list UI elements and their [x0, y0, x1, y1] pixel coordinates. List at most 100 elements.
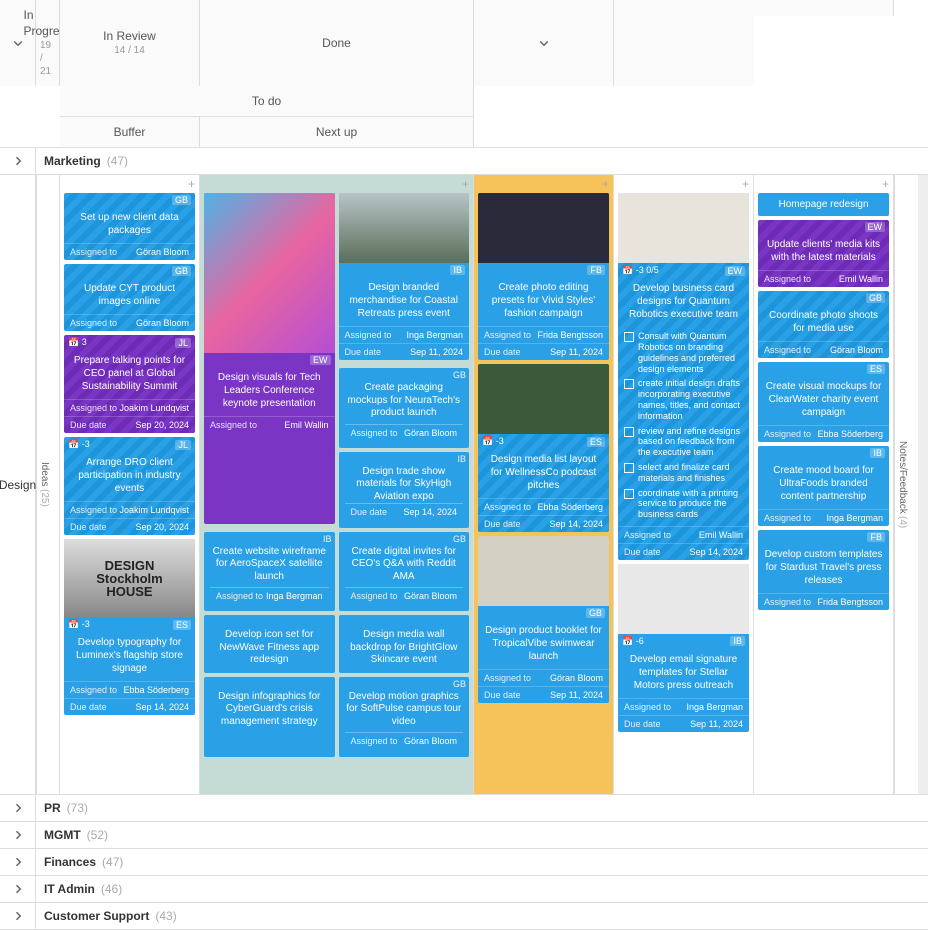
card-assignee-badge: FB	[867, 532, 885, 542]
card[interactable]: EWDesign visuals for Tech Leaders Confer…	[204, 193, 335, 524]
card-date-indicator: 📅 -3	[68, 619, 90, 630]
card-title: Coordinate photo shoots for media use	[758, 305, 889, 341]
swimlane-it: IT Admin (46)	[0, 876, 928, 903]
col-inreview[interactable]: In Review 14 / 14	[60, 0, 200, 86]
checklist-item[interactable]: Consult with Quantum Robotics on brandin…	[624, 329, 743, 376]
card-top-bar: GB	[64, 264, 195, 278]
swimlane-pr: PR (73)	[0, 795, 928, 822]
swimlane-title-finances[interactable]: Finances (47)	[36, 849, 928, 875]
checkbox-icon[interactable]	[624, 427, 634, 437]
chevron-down-icon	[538, 37, 550, 49]
col-nextup-title[interactable]: Next up	[200, 117, 474, 147]
card[interactable]: GBCoordinate photo shoots for media useA…	[758, 291, 889, 358]
card-cover-image	[478, 193, 609, 263]
col-buffer-title[interactable]: Buffer	[60, 117, 200, 147]
card-top-bar: IB	[758, 446, 889, 460]
card-assignee: Göran Bloom	[136, 318, 189, 328]
card[interactable]: IBDesign branded merchandise for Coastal…	[339, 193, 470, 360]
checkbox-icon[interactable]	[624, 463, 634, 473]
card[interactable]: Develop icon set for NewWave Fitness app…	[204, 615, 335, 673]
card[interactable]: GBCreate packaging mockups for NeuraTech…	[339, 368, 470, 448]
card-due-row: Due dateSep 14, 2024	[478, 515, 609, 532]
card-top-bar: ES	[758, 362, 889, 376]
card-due: Sep 14, 2024	[549, 519, 603, 529]
card-assignee-badge: GB	[453, 679, 466, 690]
card[interactable]: 📅 -6IBDevelop email signature templates …	[618, 564, 749, 732]
swimlane-title-pr[interactable]: PR (73)	[36, 795, 928, 821]
card[interactable]: GBCreate digital invites for CEO's Q&A w…	[339, 532, 470, 612]
card[interactable]: GBSet up new client data packagesAssigne…	[64, 193, 195, 260]
card-due-row: Due dateSep 11, 2024	[478, 343, 609, 360]
card[interactable]: DESIGNStockholmHOUSE📅 -3ESDevelop typogr…	[64, 539, 195, 715]
swimlane-title-mgmt[interactable]: MGMT (52)	[36, 822, 928, 848]
checkbox-icon[interactable]	[624, 489, 634, 499]
card-assignee: Emil Wallin	[839, 274, 883, 284]
card-title: Homepage redesign	[778, 199, 868, 210]
add-card-buffer[interactable]: +	[188, 177, 195, 191]
card[interactable]: GBDesign product booklet for TropicalVib…	[478, 536, 609, 703]
swimlane-title-cs[interactable]: Customer Support (43)	[36, 903, 928, 929]
checklist-item[interactable]: review and refine designs based on feedb…	[624, 424, 743, 460]
card-top-bar: IB	[339, 263, 470, 277]
card-top-bar: GB	[758, 291, 889, 305]
swimlane-label-design[interactable]: Design	[0, 175, 36, 794]
card-assignee: Inga Bergman	[406, 330, 463, 340]
card-top-bar: 📅 -3ES	[478, 434, 609, 449]
side-notes[interactable]: Notes/Feedback (4)	[894, 175, 918, 794]
swimlane-toggle-mgmt[interactable]	[0, 822, 36, 848]
checklist-item[interactable]: create initial design drafts incorporati…	[624, 376, 743, 423]
scrollbar-track[interactable]	[918, 175, 928, 794]
card-cover-image	[478, 364, 609, 434]
card[interactable]: 📅 -3ESDesign media list layout for Welln…	[478, 364, 609, 532]
col-done[interactable]: Done	[200, 0, 474, 86]
checkbox-icon[interactable]	[624, 332, 634, 342]
checklist-text: create initial design drafts incorporati…	[638, 378, 743, 421]
checkbox-icon[interactable]	[624, 379, 634, 389]
side-ideas[interactable]: Ideas (25)	[36, 175, 60, 794]
card-assignee-row: Assigned toFrida Bengtsson	[478, 326, 609, 343]
column-inprogress: + FBCreate photo editing presets for Viv…	[474, 175, 614, 794]
card-title: Update CYT product images online	[64, 278, 195, 314]
card[interactable]: Design media wall backdrop for BrightGlo…	[339, 615, 470, 673]
card[interactable]: 📅 -3JLArrange DRO client participation i…	[64, 437, 195, 535]
card[interactable]: IBDesign trade show materials for SkyHig…	[339, 452, 470, 528]
swimlane-toggle-cs[interactable]	[0, 903, 36, 929]
swimlane-toggle-pr[interactable]	[0, 795, 36, 821]
add-card-inreview[interactable]: +	[742, 177, 749, 191]
card-assignee-row: Assigned toGöran Bloom	[758, 341, 889, 358]
col-todo-title[interactable]: To do	[60, 86, 473, 117]
card[interactable]: GBDevelop motion graphics for SoftPulse …	[339, 677, 470, 757]
swimlane-toggle-finances[interactable]	[0, 849, 36, 875]
card[interactable]: IBCreate website wireframe for AeroSpace…	[204, 532, 335, 612]
card[interactable]: EWUpdate clients' media kits with the la…	[758, 220, 889, 287]
card[interactable]: ESCreate visual mockups for ClearWater c…	[758, 362, 889, 442]
header-collapse-right[interactable]	[474, 0, 614, 86]
card-title: Develop business card designs for Quantu…	[618, 278, 749, 327]
swimlane-title-marketing[interactable]: Marketing (47)	[36, 148, 928, 174]
col-inprogress[interactable]: In Progress 19 / 21	[36, 0, 60, 86]
card-assignee-row: Assigned toGöran Bloom	[64, 314, 195, 331]
add-card-done[interactable]: +	[882, 177, 889, 191]
card[interactable]: FBDevelop custom templates for Stardust …	[758, 530, 889, 610]
card[interactable]: Design infographics for CyberGuard's cri…	[204, 677, 335, 757]
card[interactable]: Homepage redesign	[758, 193, 889, 216]
card-assignee-badge: JL	[175, 338, 191, 348]
card[interactable]: IBCreate mood board for UltraFoods brand…	[758, 446, 889, 526]
swimlane-design: Design Ideas (25) + GBSet up new client …	[0, 175, 928, 795]
add-card-nextup[interactable]: +	[462, 177, 469, 191]
card-top-bar: 📅 -3 0/5EW	[618, 263, 749, 278]
card-date-indicator: 📅 -3	[482, 436, 504, 447]
swimlane-toggle-marketing[interactable]	[0, 148, 36, 174]
card-assignee: Göran Bloom	[550, 673, 603, 683]
card-assignee-badge: EW	[865, 222, 886, 232]
checklist-item[interactable]: select and finalize card materials and f…	[624, 460, 743, 486]
card-assignee-badge: EW	[725, 266, 746, 276]
card[interactable]: 📅 -3 0/5EWDevelop business card designs …	[618, 193, 749, 560]
card[interactable]: GBUpdate CYT product images onlineAssign…	[64, 264, 195, 331]
checklist-item[interactable]: coordinate with a printing service to pr…	[624, 486, 743, 522]
swimlane-title-it[interactable]: IT Admin (46)	[36, 876, 928, 902]
card[interactable]: FBCreate photo editing presets for Vivid…	[478, 193, 609, 360]
swimlane-toggle-it[interactable]	[0, 876, 36, 902]
add-card-inprogress[interactable]: +	[602, 177, 609, 191]
card[interactable]: 📅 3JLPrepare talking points for CEO pane…	[64, 335, 195, 433]
